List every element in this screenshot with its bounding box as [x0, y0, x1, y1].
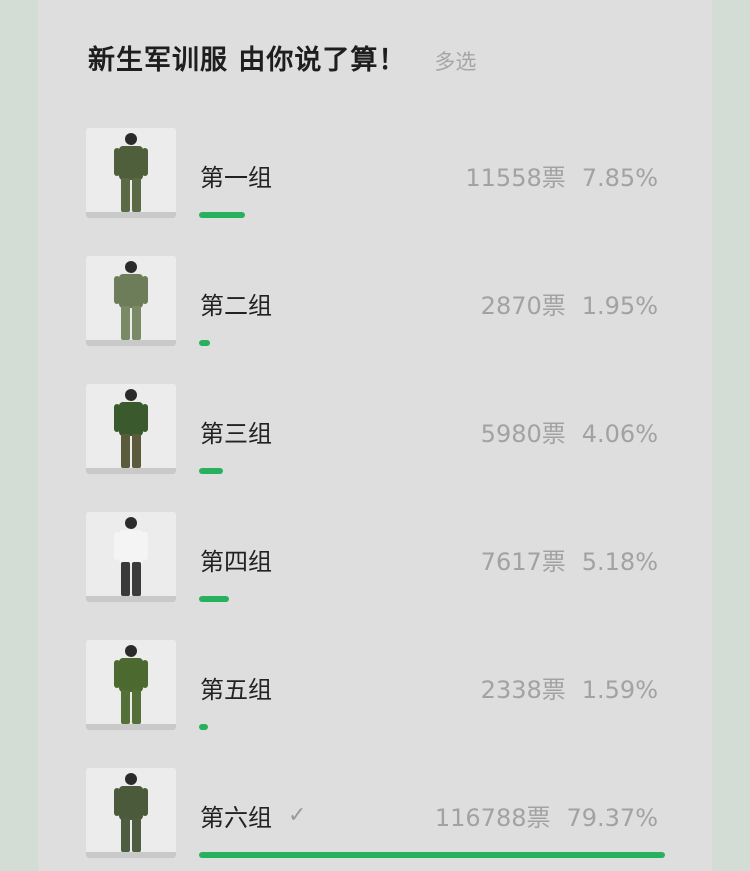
- poll-option[interactable]: 第一组 11558票 7.85%: [38, 128, 712, 228]
- option-stats: 7617票 5.18%: [481, 542, 658, 577]
- vote-percent: 1.59%: [581, 676, 658, 704]
- option-label-group: 第六组 ✓: [200, 798, 306, 833]
- progress-bar: [199, 596, 229, 602]
- option-photo: [86, 640, 176, 730]
- option-label: 第一组: [200, 164, 272, 192]
- option-stats: 2338票 1.59%: [481, 670, 658, 705]
- vote-percent: 5.18%: [581, 548, 658, 576]
- poll-option[interactable]: 第六组 ✓ 116788票 79.37%: [38, 768, 712, 868]
- option-photo: [86, 128, 176, 218]
- option-label: 第三组: [200, 420, 272, 448]
- option-stats: 5980票 4.06%: [481, 414, 658, 449]
- option-stats: 116788票 79.37%: [435, 798, 658, 833]
- option-label-group: 第四组: [200, 542, 272, 577]
- progress-bar: [199, 852, 665, 858]
- vote-percent: 4.06%: [581, 420, 658, 448]
- vote-count: 7617票: [480, 548, 566, 576]
- poll-option[interactable]: 第四组 7617票 5.18%: [38, 512, 712, 612]
- poll-option[interactable]: 第二组 2870票 1.95%: [38, 256, 712, 356]
- progress-bar: [199, 212, 245, 218]
- poll-title: 新生军训服 由你说了算！: [88, 45, 407, 76]
- multi-select-tag: 多选: [434, 50, 477, 74]
- option-photo: [86, 512, 176, 602]
- progress-bar: [199, 724, 208, 730]
- option-label: 第二组: [200, 292, 272, 320]
- option-label-group: 第二组: [200, 286, 272, 321]
- vote-count: 2338票: [480, 676, 566, 704]
- option-photo: [86, 256, 176, 346]
- option-label-group: 第一组: [200, 158, 272, 193]
- option-label-group: 第三组: [200, 414, 272, 449]
- option-stats: 11558票 7.85%: [465, 158, 658, 193]
- checkmark-icon: ✓: [288, 803, 307, 828]
- vote-percent: 1.95%: [581, 292, 658, 320]
- option-photo: [86, 384, 176, 474]
- vote-percent: 79.37%: [566, 804, 658, 832]
- poll-header: 新生军训服 由你说了算！ 多选: [88, 38, 476, 77]
- poll-option[interactable]: 第五组 2338票 1.59%: [38, 640, 712, 740]
- option-stats: 2870票 1.95%: [481, 286, 658, 321]
- option-label-group: 第五组: [200, 670, 272, 705]
- vote-count: 5980票: [480, 420, 566, 448]
- option-label: 第六组: [200, 804, 272, 832]
- poll-card: 新生军训服 由你说了算！ 多选 第一组 11558票 7.85% 第二组 2870票 1.…: [38, 0, 712, 871]
- vote-percent: 7.85%: [581, 164, 658, 192]
- option-photo: [86, 768, 176, 858]
- vote-count: 11558票: [465, 164, 566, 192]
- option-label: 第四组: [200, 548, 272, 576]
- option-label: 第五组: [200, 676, 272, 704]
- progress-bar: [199, 340, 210, 346]
- progress-bar: [199, 468, 223, 474]
- vote-count: 2870票: [480, 292, 566, 320]
- poll-option[interactable]: 第三组 5980票 4.06%: [38, 384, 712, 484]
- vote-count: 116788票: [434, 804, 551, 832]
